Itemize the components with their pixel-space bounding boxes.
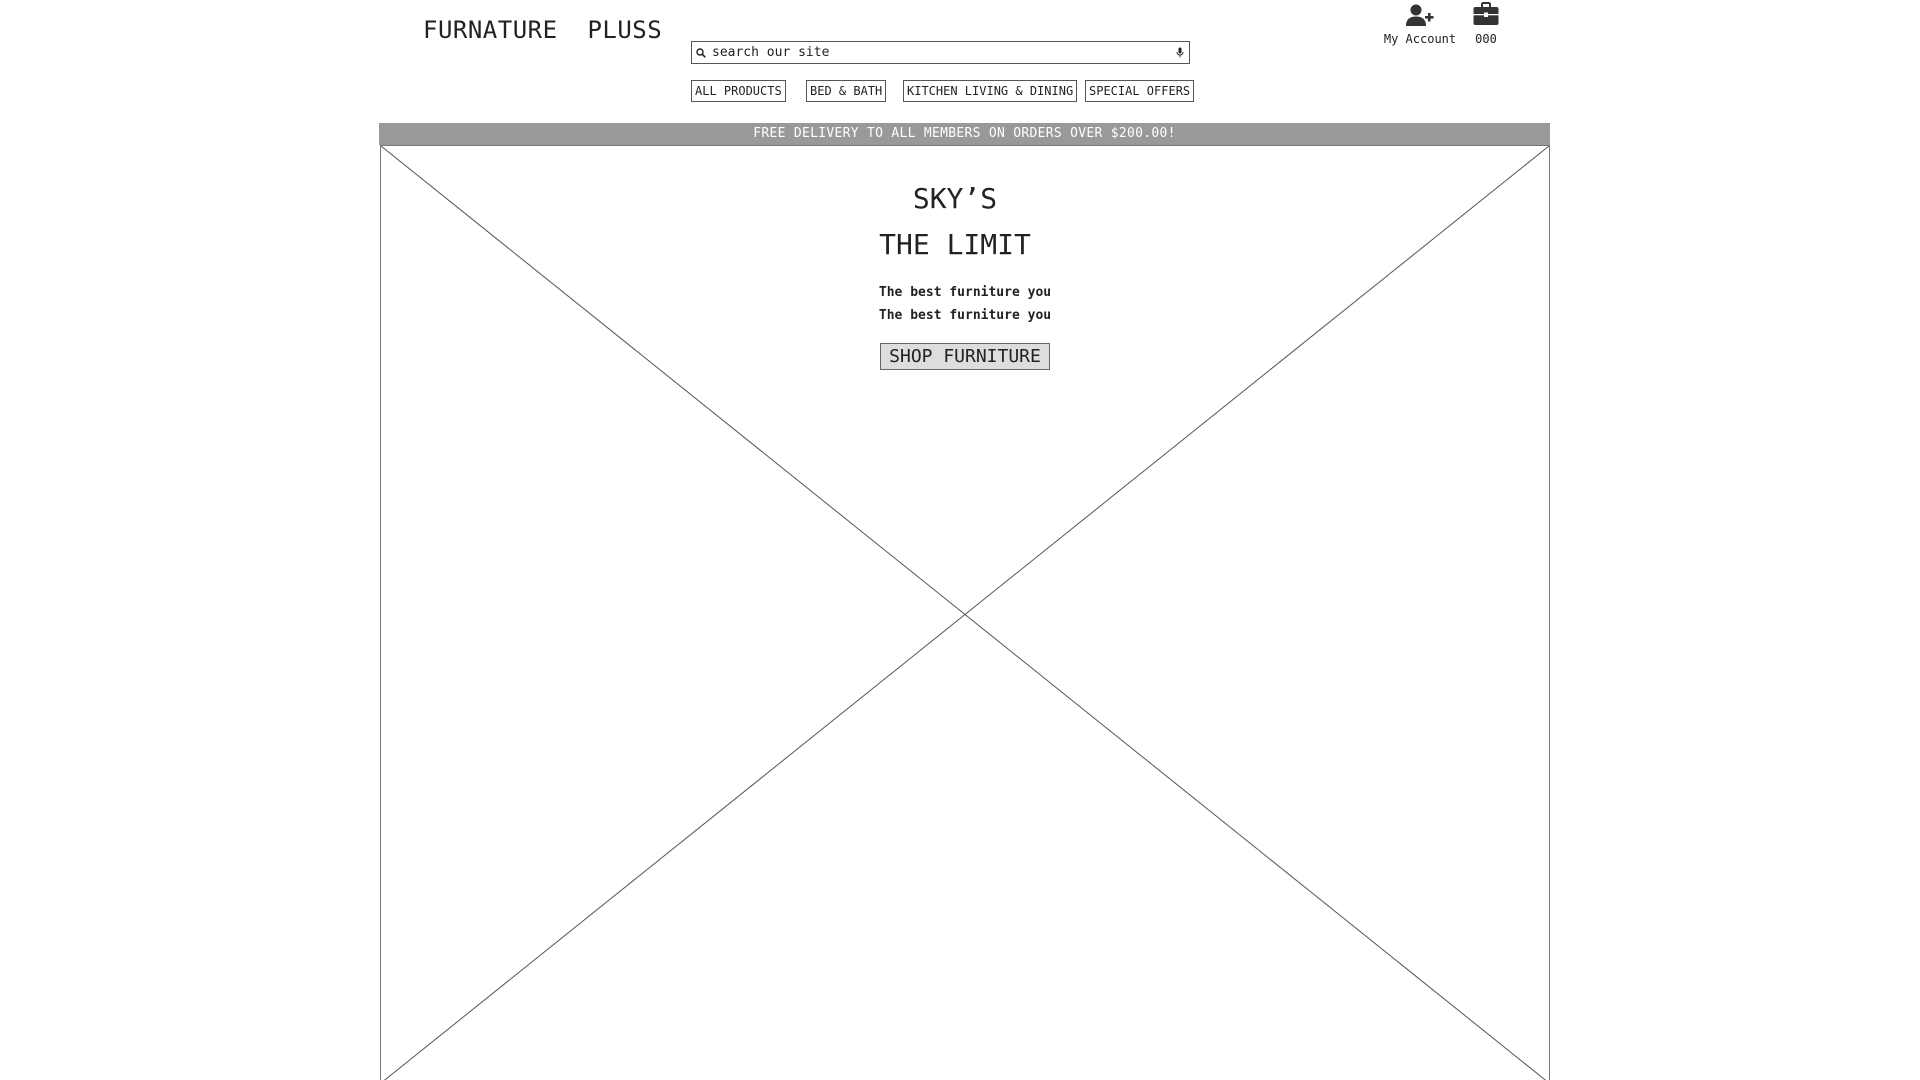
- shop-furniture-button[interactable]: SHOP FURNITURE: [880, 343, 1050, 370]
- my-account[interactable]: My Account: [1380, 0, 1460, 46]
- search-input[interactable]: [712, 45, 1175, 60]
- nav-item-special-offers[interactable]: SPECIAL OFFERS: [1085, 80, 1195, 102]
- search-icon: [696, 47, 708, 59]
- hero-subtitle-line2: The best furniture you: [878, 308, 1052, 323]
- nav-item-all-products[interactable]: ALL PRODUCTS: [691, 80, 786, 102]
- hero-subtitle-line1: The best furniture you: [878, 285, 1052, 300]
- page: FURNATURE PLUSS ALL PRODUCTS BED & BATH …: [0, 0, 1920, 1080]
- briefcase-icon: [1466, 0, 1506, 26]
- search-bar[interactable]: [691, 41, 1190, 64]
- my-account-label: My Account: [1383, 32, 1457, 46]
- delivery-banner: FREE DELIVERY TO ALL MEMBERS ON ORDERS O…: [379, 123, 1550, 145]
- nav-item-kitchen-living-dining[interactable]: KITCHEN LIVING & DINING: [903, 80, 1078, 102]
- microphone-icon[interactable]: [1175, 47, 1185, 59]
- nav-item-bed-bath[interactable]: BED & BATH: [806, 80, 887, 102]
- site-logo[interactable]: FURNATURE PLUSS: [423, 16, 662, 44]
- cart-count: 000: [1475, 32, 1497, 46]
- hero-content: SKY’S THE LIMIT The best furniture you T…: [381, 146, 1549, 370]
- hero-title-line1: SKY’S: [912, 182, 998, 215]
- hero-section: SKY’S THE LIMIT The best furniture you T…: [380, 145, 1550, 1080]
- cart[interactable]: 000: [1466, 0, 1506, 46]
- hero-title-line2: THE LIMIT: [879, 228, 1031, 261]
- add-user-icon: [1380, 0, 1460, 26]
